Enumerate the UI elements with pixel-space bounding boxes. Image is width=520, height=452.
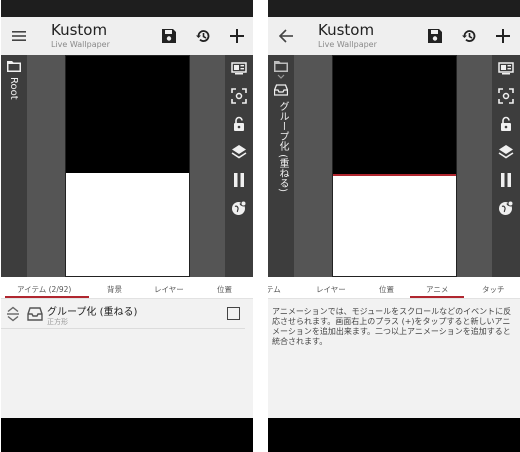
- tab-bar: テム レイヤー 位置 アニメ タッチ: [268, 277, 520, 299]
- navigation-bar: [268, 418, 520, 452]
- tab-layer[interactable]: レイヤー: [154, 284, 184, 295]
- animation-panel: アニメーションでは、モジュールをスクロールなどのイベントに反応させられます。画面…: [268, 299, 520, 418]
- menu-icon[interactable]: [11, 28, 27, 44]
- folder-icon[interactable]: [7, 60, 21, 72]
- root-label[interactable]: Root: [8, 77, 19, 100]
- lock-icon[interactable]: [231, 116, 247, 132]
- layers-icon[interactable]: [498, 144, 514, 160]
- folder-icon[interactable]: [274, 60, 288, 72]
- add-icon[interactable]: [494, 27, 512, 45]
- breadcrumb-strip: Root: [1, 55, 27, 277]
- app-bar: Kustom Live Wallpaper: [268, 17, 520, 55]
- add-icon[interactable]: [228, 27, 246, 45]
- lock-icon[interactable]: [498, 116, 514, 132]
- group-label[interactable]: グループ化 (重ねる): [275, 101, 290, 192]
- active-tab-indicator: [5, 296, 89, 298]
- back-arrow-icon[interactable]: [278, 28, 294, 44]
- app-bar: Kustom Live Wallpaper: [1, 17, 253, 55]
- stack-group-icon: [27, 307, 43, 321]
- editor-area: Root: [1, 55, 253, 277]
- layers-icon[interactable]: [231, 144, 247, 160]
- wallpaper-preview[interactable]: [65, 55, 190, 277]
- tab-layer[interactable]: レイヤー: [316, 284, 346, 295]
- active-tab-indicator: [410, 296, 464, 298]
- tab-position[interactable]: 位置: [379, 284, 394, 295]
- editor-area: グループ化 (重ねる): [268, 55, 520, 277]
- history-icon[interactable]: [460, 27, 478, 45]
- right-screen: Kustom Live Wallpaper グループ化 (重ねる) テム レイヤ…: [268, 0, 520, 452]
- tab-touch[interactable]: タッチ: [482, 284, 505, 295]
- tab-background[interactable]: 背景: [107, 284, 122, 295]
- item-subtitle: 正方形: [47, 318, 68, 326]
- list-item[interactable]: グループ化 (重ねる) 正方形: [1, 299, 245, 329]
- focus-icon[interactable]: [231, 88, 247, 104]
- app-title: Kustom: [318, 21, 375, 39]
- status-bar: [268, 0, 520, 17]
- fullscreen-icon[interactable]: [498, 60, 514, 76]
- fullscreen-icon[interactable]: [231, 60, 247, 76]
- history-icon[interactable]: [194, 27, 212, 45]
- breadcrumb-strip: グループ化 (重ねる): [268, 55, 294, 277]
- save-icon[interactable]: [426, 27, 444, 45]
- app-subtitle: Live Wallpaper: [318, 40, 377, 49]
- tool-strip: [492, 55, 520, 277]
- wallpaper-preview[interactable]: [332, 55, 457, 277]
- preview-square-shape: [66, 173, 189, 276]
- status-bar: [1, 0, 253, 17]
- tab-animation[interactable]: アニメ: [426, 284, 448, 295]
- pause-icon[interactable]: [231, 172, 247, 188]
- navigation-bar: [1, 418, 253, 452]
- tab-bar: アイテム (2/92) 背景 レイヤー 位置: [1, 277, 253, 299]
- pause-icon[interactable]: [498, 172, 514, 188]
- stack-group-icon[interactable]: [274, 84, 288, 96]
- items-panel: グループ化 (重ねる) 正方形: [1, 299, 253, 418]
- tab-items[interactable]: アイテム (2/92): [17, 284, 71, 295]
- save-icon[interactable]: [160, 27, 178, 45]
- focus-icon[interactable]: [498, 88, 514, 104]
- globe-settings-icon[interactable]: [231, 200, 247, 216]
- app-subtitle: Live Wallpaper: [51, 40, 110, 49]
- tab-position[interactable]: 位置: [217, 284, 232, 295]
- reorder-handle-icon[interactable]: [6, 306, 20, 322]
- globe-settings-icon[interactable]: [498, 200, 514, 216]
- tab-items[interactable]: テム: [268, 284, 281, 295]
- tool-strip: [225, 55, 253, 277]
- item-name: グループ化 (重ねる): [47, 307, 138, 318]
- chevron-down-icon: [277, 74, 285, 80]
- preview-square-shape: [333, 174, 456, 276]
- app-title: Kustom: [51, 21, 108, 39]
- left-screen: Kustom Live Wallpaper Root アイテム (2/92) 背…: [1, 0, 253, 452]
- item-checkbox[interactable]: [227, 307, 240, 320]
- animation-description: アニメーションでは、モジュールをスクロールなどのイベントに反応させられます。画面…: [272, 307, 512, 346]
